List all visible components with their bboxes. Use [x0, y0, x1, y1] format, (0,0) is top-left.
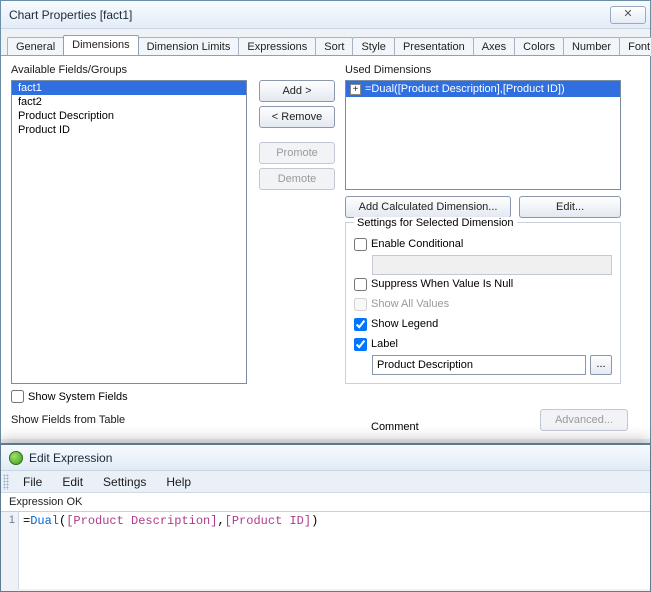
used-dimensions-list[interactable]: + =Dual([Product Description],[Product I…	[345, 80, 621, 190]
show-all-values-checkbox[interactable]	[354, 298, 367, 311]
tab-dimensions[interactable]: Dimensions	[63, 35, 138, 55]
enable-conditional-label: Enable Conditional	[371, 238, 463, 250]
list-item[interactable]: + =Dual([Product Description],[Product I…	[346, 81, 620, 97]
settings-legend: Settings for Selected Dimension	[354, 217, 517, 229]
suppress-null-checkbox[interactable]	[354, 278, 367, 291]
menu-help[interactable]: Help	[156, 473, 201, 491]
used-dimensions-label: Used Dimensions	[345, 64, 431, 76]
tab-general[interactable]: General	[7, 37, 64, 56]
label-checkbox-label: Label	[371, 338, 398, 350]
show-legend-checkbox[interactable]	[354, 318, 367, 331]
tab-expressions[interactable]: Expressions	[238, 37, 316, 56]
menu-edit[interactable]: Edit	[52, 473, 93, 491]
conditional-expression-input[interactable]	[372, 255, 612, 275]
label-checkbox[interactable]	[354, 338, 367, 351]
edit-expression-title: Edit Expression	[29, 451, 112, 465]
comment-label: Comment	[371, 421, 419, 433]
list-item[interactable]: Product Description	[12, 109, 246, 123]
used-dimension-text: =Dual([Product Description],[Product ID]…	[365, 83, 565, 95]
menubar: File Edit Settings Help	[1, 471, 650, 493]
edit-expression-window: Edit Expression File Edit Settings Help …	[0, 444, 651, 592]
line-gutter: 1	[1, 512, 19, 589]
expression-status: Expression OK	[1, 493, 650, 511]
show-system-fields-checkbox[interactable]	[11, 390, 24, 403]
used-dim-buttons: Add Calculated Dimension... Edit...	[345, 196, 621, 218]
expression-editor[interactable]: 1 =Dual([Product Description],[Product I…	[1, 511, 650, 589]
show-legend-label: Show Legend	[371, 318, 438, 330]
available-fields-list[interactable]: fact1 fact2 Product Description Product …	[11, 80, 247, 384]
edit-expression-titlebar[interactable]: Edit Expression	[1, 445, 650, 471]
dimensions-panel: Available Fields/Groups fact1 fact2 Prod…	[1, 55, 650, 439]
expand-icon[interactable]: +	[350, 84, 361, 95]
promote-button[interactable]: Promote	[259, 142, 335, 164]
show-all-values-label: Show All Values	[371, 298, 449, 310]
app-icon	[9, 451, 23, 465]
advanced-button[interactable]: Advanced...	[540, 409, 628, 431]
close-icon[interactable]: ✕	[610, 6, 646, 24]
add-button[interactable]: Add >	[259, 80, 335, 102]
tab-number[interactable]: Number	[563, 37, 620, 56]
chart-properties-title: Chart Properties [fact1]	[9, 8, 132, 22]
tab-presentation[interactable]: Presentation	[394, 37, 474, 56]
tab-axes[interactable]: Axes	[473, 37, 515, 56]
label-browse-button[interactable]: ...	[590, 355, 612, 375]
show-system-fields-label: Show System Fields	[28, 391, 128, 403]
line-number: 1	[1, 514, 15, 526]
menu-file[interactable]: File	[13, 473, 52, 491]
tab-dimension-limits[interactable]: Dimension Limits	[138, 37, 240, 56]
tabstrip: General Dimensions Dimension Limits Expr…	[1, 29, 650, 55]
tab-sort[interactable]: Sort	[315, 37, 353, 56]
available-fields-label: Available Fields/Groups	[11, 64, 127, 76]
settings-selected-dimension-group: Settings for Selected Dimension Enable C…	[345, 222, 621, 384]
tab-font[interactable]: Font	[619, 37, 651, 56]
add-calculated-dimension-button[interactable]: Add Calculated Dimension...	[345, 196, 511, 218]
menu-settings[interactable]: Settings	[93, 473, 156, 491]
list-item[interactable]: fact2	[12, 95, 246, 109]
enable-conditional-checkbox[interactable]	[354, 238, 367, 251]
label-input[interactable]	[372, 355, 586, 375]
tab-style[interactable]: Style	[352, 37, 394, 56]
demote-button[interactable]: Demote	[259, 168, 335, 190]
show-fields-from-table-label: Show Fields from Table	[11, 414, 125, 426]
transfer-buttons: Add > < Remove Promote Demote	[259, 80, 335, 190]
suppress-null-label: Suppress When Value Is Null	[371, 278, 513, 290]
list-item[interactable]: Product ID	[12, 123, 246, 137]
chart-properties-titlebar[interactable]: Chart Properties [fact1] ✕	[1, 1, 650, 29]
expression-code[interactable]: =Dual([Product Description],[Product ID]…	[19, 512, 650, 589]
chart-properties-window: Chart Properties [fact1] ✕ General Dimen…	[0, 0, 651, 444]
show-system-fields-row: Show System Fields	[11, 390, 128, 403]
grip-icon	[3, 474, 9, 490]
list-item[interactable]: fact1	[12, 81, 246, 95]
tab-colors[interactable]: Colors	[514, 37, 564, 56]
remove-button[interactable]: < Remove	[259, 106, 335, 128]
edit-button[interactable]: Edit...	[519, 196, 621, 218]
